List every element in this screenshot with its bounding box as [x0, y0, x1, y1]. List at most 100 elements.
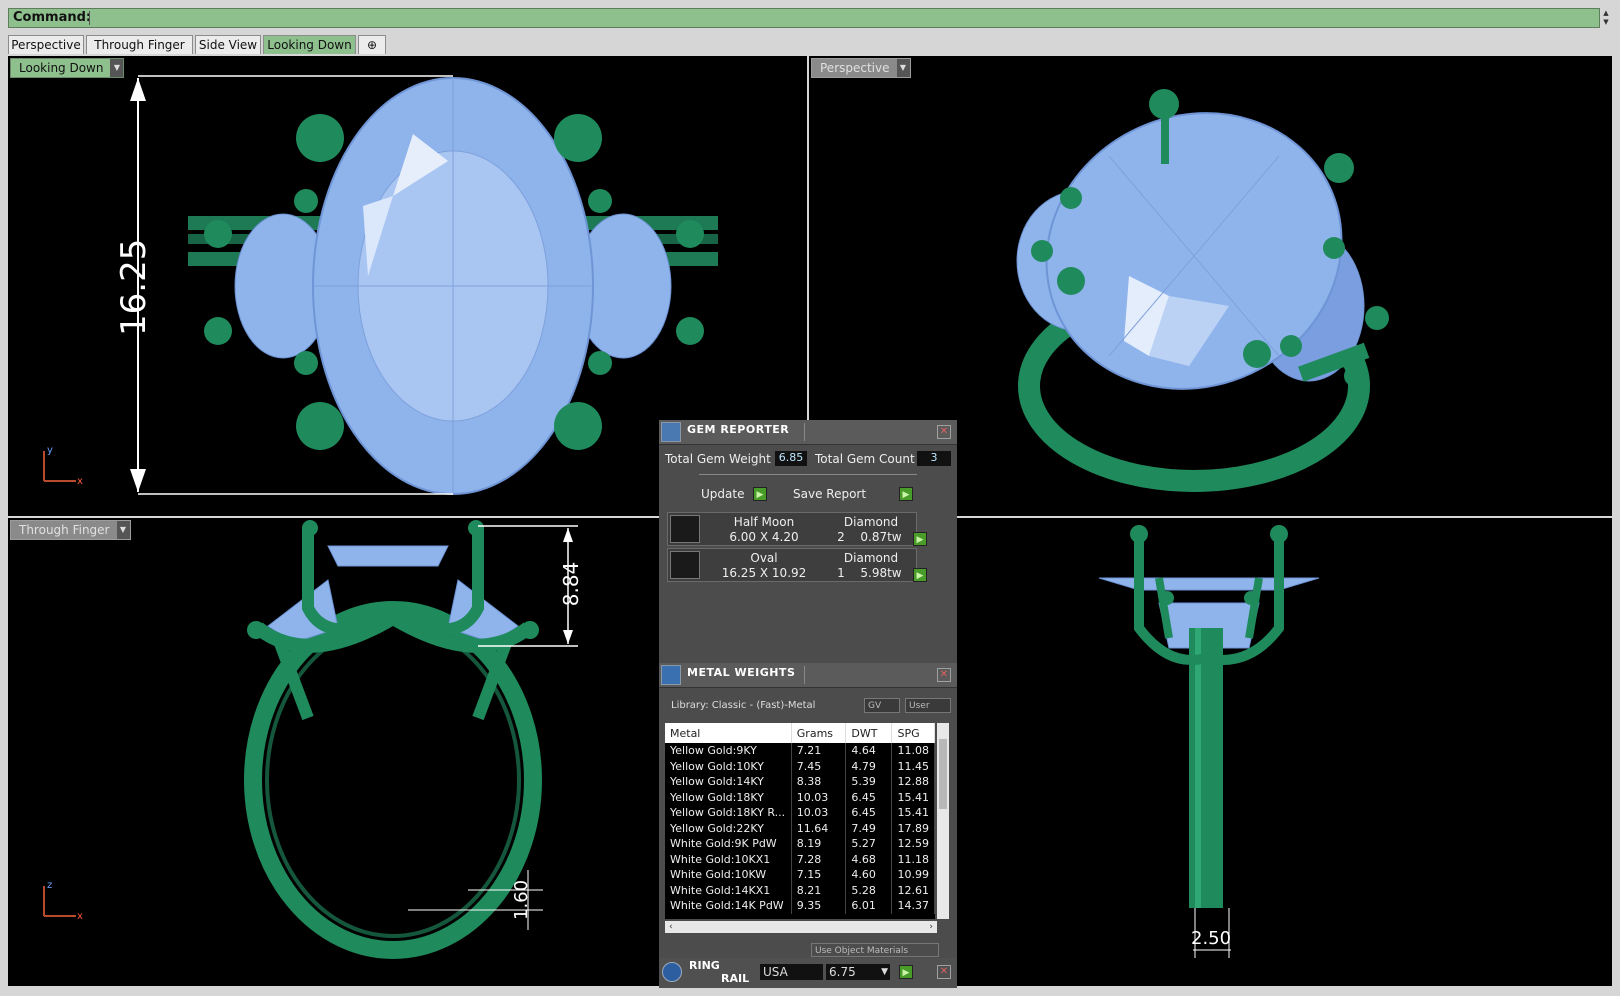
oval-gem-icon	[670, 551, 700, 579]
column-header-grams[interactable]: Grams	[791, 723, 847, 743]
height-dimension-label: 16.25	[114, 238, 154, 336]
table-row[interactable]: Yellow Gold:18KY 10.03 6.45 15.41	[665, 789, 935, 805]
cell-dwt: 5.28	[845, 882, 893, 898]
table-row[interactable]: White Gold:10KX1 7.28 4.68 11.18	[665, 851, 935, 867]
ring-size-standard-field[interactable]: USA	[760, 964, 823, 980]
svg-text:x: x	[77, 476, 83, 487]
cell-spg: 12.61	[891, 882, 935, 898]
tab-perspective[interactable]: Perspective	[8, 35, 84, 54]
scrollbar-thumb[interactable]	[939, 739, 947, 809]
cell-dwt: 6.01	[845, 898, 893, 914]
chevron-down-icon[interactable]: ▼	[116, 521, 130, 539]
column-header-metal[interactable]: Metal	[665, 723, 792, 743]
update-button[interactable]: Update	[701, 486, 744, 502]
play-icon[interactable]: ▶	[899, 965, 913, 979]
header-divider	[804, 666, 805, 684]
scroll-left-icon[interactable]: ‹	[669, 921, 673, 933]
gem-row-oval[interactable]: Oval Diamond 16.25 X 10.92 1 5.98tw	[667, 548, 917, 582]
cell-grams: 10.03	[791, 789, 847, 805]
user-toggle[interactable]: User	[905, 698, 951, 713]
cell-spg: 15.41	[891, 805, 935, 821]
gem-weight: 0.87tw	[860, 530, 902, 544]
play-icon[interactable]: ▶	[913, 568, 927, 582]
viewport-label-through-finger[interactable]: Through Finger ▼	[10, 520, 131, 540]
cell-metal: White Gold:14KX1	[665, 882, 792, 898]
gv-toggle[interactable]: GV	[864, 698, 900, 713]
cell-metal: White Gold:10KW	[665, 867, 792, 883]
cell-spg: 10.99	[891, 867, 935, 883]
command-caret	[89, 11, 90, 25]
use-object-materials-label: Use Object Materials	[815, 946, 909, 956]
gem-size: 16.25 X 10.92	[721, 566, 807, 580]
panel-splitter[interactable]	[699, 474, 917, 475]
play-icon[interactable]: ▶	[899, 487, 913, 501]
table-row[interactable]: White Gold:14KX1 8.21 5.28 12.61	[665, 882, 935, 898]
svg-text:z: z	[47, 880, 52, 891]
metal-weights-header[interactable]: METAL WEIGHTS ✕	[659, 663, 957, 688]
cell-metal: Yellow Gold:18KY R...	[665, 805, 792, 821]
add-tab-button[interactable]: ⊕	[358, 35, 386, 54]
table-row[interactable]: White Gold:10KW 7.15 4.60 10.99	[665, 867, 935, 883]
use-object-materials-checkbox[interactable]: Use Object Materials	[811, 943, 939, 957]
table-row[interactable]: White Gold:9K PdW 8.19 5.27 12.59	[665, 836, 935, 852]
svg-text:x: x	[77, 911, 83, 922]
table-row[interactable]: Yellow Gold:14KY 8.38 5.39 12.88	[665, 774, 935, 790]
shank-width-dimension-label: 2.50	[1191, 928, 1232, 949]
cell-metal: Yellow Gold:18KY	[665, 789, 792, 805]
cell-dwt: 6.45	[845, 805, 893, 821]
table-header-row: Metal Grams DWT SPG	[665, 723, 935, 743]
vertical-scrollbar[interactable]	[937, 723, 949, 919]
table-row[interactable]: Yellow Gold:22KY 11.64 7.49 17.89	[665, 820, 935, 836]
save-report-button[interactable]: Save Report	[793, 486, 866, 502]
close-icon[interactable]: ✕	[937, 965, 951, 979]
play-icon[interactable]: ▶	[913, 532, 927, 546]
viewport-label-text: Looking Down	[19, 61, 104, 75]
metal-weights-table: Metal Grams DWT SPG Yellow Gold:9KY 7.21 4…	[665, 723, 935, 914]
chevron-down-icon[interactable]: ▼	[896, 59, 910, 77]
cell-dwt: 4.64	[845, 743, 893, 759]
table-row[interactable]: Yellow Gold:10KY 7.45 4.79 11.45	[665, 758, 935, 774]
half-moon-gem-icon	[670, 515, 700, 543]
cell-spg: 11.45	[891, 758, 935, 774]
ring-rail-panel: RING RAIL USA 6.75 ▼ ▶ ✕	[659, 958, 957, 988]
cell-dwt: 5.39	[845, 774, 893, 790]
command-label: Command:	[13, 10, 92, 25]
scroll-right-icon[interactable]: ›	[929, 921, 933, 933]
gem-shape: Half Moon	[733, 515, 795, 529]
shank-thickness-dimension-label: 1.60	[511, 879, 532, 920]
cell-spg: 15.41	[891, 789, 935, 805]
command-bar[interactable]: Command: ▲ ▼	[8, 8, 1609, 28]
close-icon[interactable]: ✕	[937, 425, 951, 439]
gem-count: 1	[837, 566, 845, 580]
cell-spg: 11.08	[891, 743, 935, 759]
cell-spg: 14.37	[891, 898, 935, 914]
chevron-down-icon[interactable]: ▼	[881, 964, 888, 980]
header-divider	[804, 423, 805, 441]
cell-grams: 7.28	[791, 851, 847, 867]
horizontal-scrollbar[interactable]: ‹ ›	[665, 921, 937, 933]
tab-side-view[interactable]: Side View	[195, 35, 261, 54]
table-row[interactable]: Yellow Gold:18KY R... 10.03 6.45 15.41	[665, 805, 935, 821]
gem-reporter-panel: GEM REPORTER ✕ Total Gem Weight 6.85 Tot…	[659, 420, 957, 668]
command-scroll-arrows-icon[interactable]: ▲ ▼	[1601, 9, 1611, 27]
ring-size-select[interactable]: 6.75 ▼	[826, 964, 890, 980]
table-row[interactable]: Yellow Gold:9KY 7.21 4.64 11.08	[665, 743, 935, 759]
tab-through-finger[interactable]: Through Finger	[86, 35, 193, 54]
user-toggle-label: User	[909, 701, 930, 711]
metal-table-container[interactable]: Metal Grams DWT SPG Yellow Gold:9KY 7.21 4…	[665, 723, 935, 919]
cell-grams: 7.15	[791, 867, 847, 883]
viewport-label-looking-down[interactable]: Looking Down ▼	[10, 58, 125, 78]
gem-reporter-header[interactable]: GEM REPORTER ✕	[659, 420, 957, 445]
close-icon[interactable]: ✕	[937, 668, 951, 682]
cell-grams: 8.21	[791, 882, 847, 898]
column-header-dwt[interactable]: DWT	[845, 723, 893, 743]
chevron-down-icon[interactable]: ▼	[110, 59, 124, 77]
table-row[interactable]: White Gold:14K PdW 9.35 6.01 14.37	[665, 898, 935, 914]
play-icon[interactable]: ▶	[753, 487, 767, 501]
column-header-spg[interactable]: SPG	[891, 723, 935, 743]
viewport-label-perspective[interactable]: Perspective ▼	[811, 58, 911, 78]
gem-row-half-moon[interactable]: Half Moon Diamond 6.00 X 4.20 2 0.87tw	[667, 512, 917, 546]
total-gem-count-label: Total Gem Count	[815, 452, 915, 466]
ring-size-value: 6.75	[829, 965, 856, 979]
tab-looking-down[interactable]: Looking Down	[263, 35, 356, 54]
